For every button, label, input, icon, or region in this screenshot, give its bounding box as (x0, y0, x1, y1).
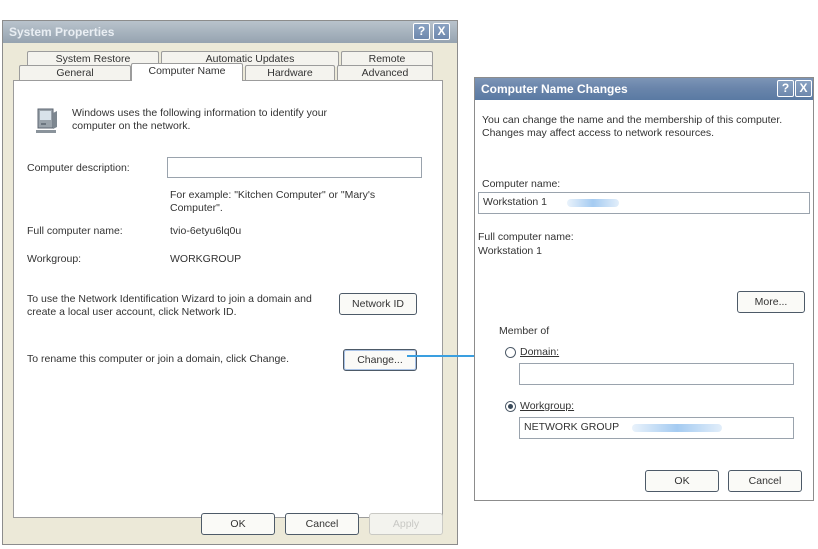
computer-name-input[interactable]: Workstation 1 (478, 192, 810, 214)
tab-hardware[interactable]: Hardware (245, 65, 335, 81)
cancel-button[interactable]: Cancel (285, 513, 359, 535)
workgroup-value: NETWORK GROUP (524, 421, 620, 433)
system-properties-titlebar[interactable]: System Properties ? X (3, 21, 457, 43)
help-button[interactable]: ? (413, 23, 430, 40)
domain-input[interactable] (519, 363, 794, 385)
close-button[interactable]: X (795, 80, 812, 97)
rename-text: To rename this computer or join a domain… (27, 353, 290, 365)
member-of-label: Member of (499, 325, 550, 337)
computer-monitor-icon (34, 107, 60, 135)
info-text: Windows uses the following information t… (72, 107, 328, 132)
workgroup-radio[interactable] (505, 401, 516, 412)
workgroup-input[interactable]: NETWORK GROUP (519, 417, 794, 439)
ok-button[interactable]: OK (645, 470, 719, 492)
full-computer-name-label: Full computer name: (27, 225, 123, 237)
tab-general[interactable]: General (19, 65, 131, 81)
workgroup-label: Workgroup: (520, 400, 575, 412)
domain-label: Domain: (520, 346, 560, 358)
network-id-button[interactable]: Network ID (339, 293, 417, 315)
network-id-text: To use the Network Identification Wizard… (27, 293, 312, 318)
highlight-smudge (632, 424, 722, 432)
apply-button[interactable]: Apply (369, 513, 443, 535)
workgroup-value: WORKGROUP (170, 253, 242, 265)
computer-name-value: Workstation 1 (483, 196, 547, 208)
computer-description-input[interactable] (167, 157, 422, 178)
domain-radio[interactable] (505, 347, 516, 358)
dialog-title: Computer Name Changes (481, 82, 628, 96)
window-title: System Properties (9, 25, 115, 39)
computer-name-panel: Windows uses the following information t… (13, 80, 443, 518)
computer-name-changes-window: Computer Name Changes ? X You can change… (474, 77, 814, 501)
intro-text: You can change the name and the membersh… (482, 114, 783, 139)
more-button[interactable]: More... (737, 291, 805, 313)
computer-name-label: Computer name: (482, 178, 561, 190)
tab-computer-name[interactable]: Computer Name (131, 63, 243, 81)
tab-advanced[interactable]: Advanced (337, 65, 433, 81)
example-text: For example: "Kitchen Computer" or "Mary… (170, 189, 376, 214)
full-computer-name-value: tvio-6etyu6lq0u (170, 225, 242, 237)
ok-button[interactable]: OK (201, 513, 275, 535)
system-properties-window: System Properties ? X System Restore Aut… (2, 20, 458, 545)
close-button[interactable]: X (433, 23, 450, 40)
help-button[interactable]: ? (777, 80, 794, 97)
highlight-smudge (567, 199, 619, 207)
computer-name-changes-titlebar[interactable]: Computer Name Changes ? X (475, 78, 813, 100)
workgroup-label: Workgroup: (27, 253, 82, 265)
computer-description-label: Computer description: (27, 162, 130, 174)
full-computer-name-label: Full computer name: (478, 231, 574, 243)
full-computer-name-value: Workstation 1 (478, 245, 542, 257)
cancel-button[interactable]: Cancel (728, 470, 802, 492)
change-button[interactable]: Change... (343, 349, 417, 371)
